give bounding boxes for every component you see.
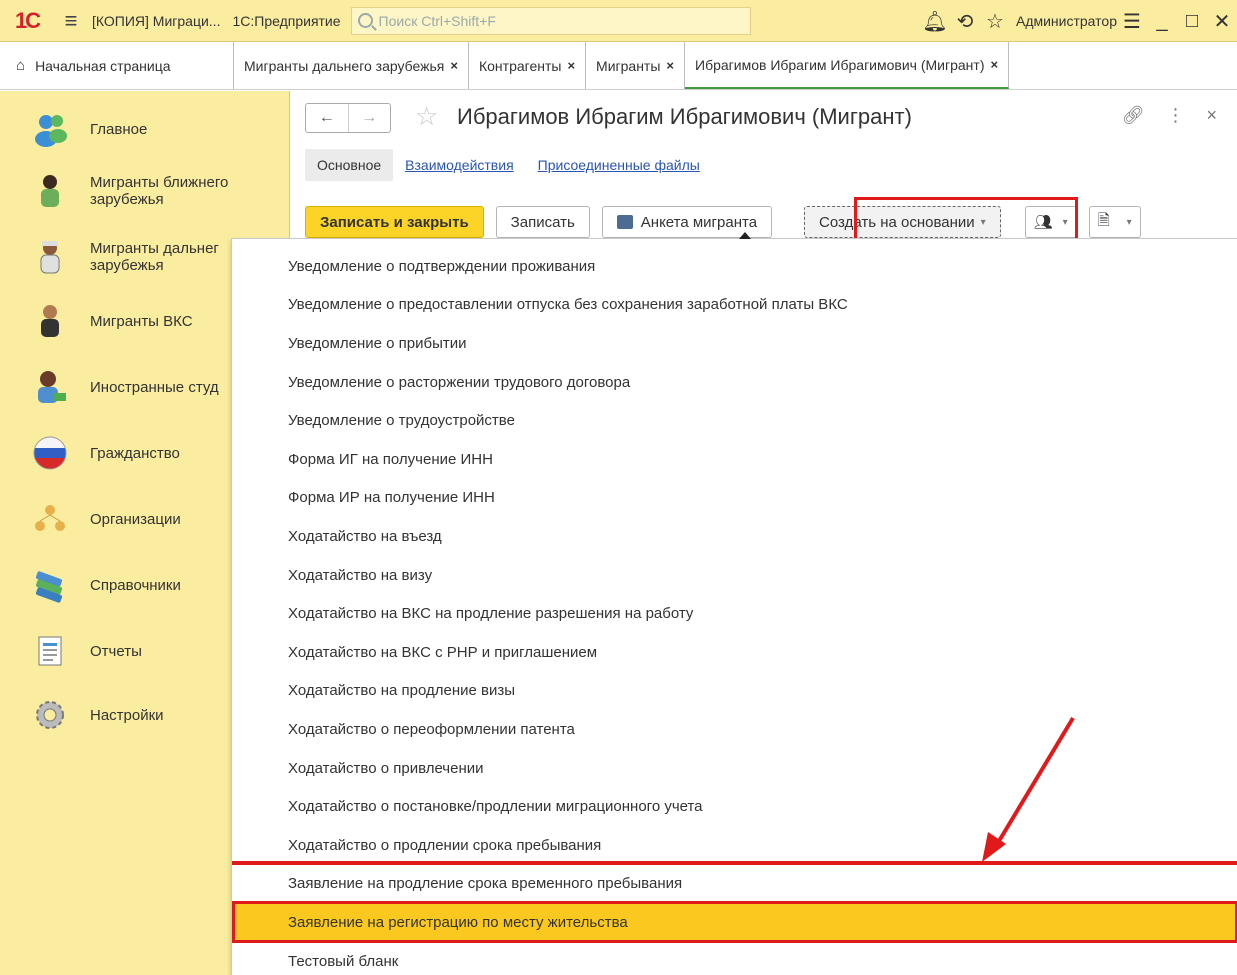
menu-item[interactable]: Уведомление о расторжении трудового дого…: [232, 363, 1237, 402]
migrant-hqs-icon: [30, 301, 70, 341]
history-nav: ← →: [305, 103, 391, 133]
more-icon[interactable]: ⋮: [1166, 105, 1184, 126]
document-title: [КОПИЯ] Миграци...: [92, 12, 221, 29]
sidebar-item-label: Иностранные студ: [90, 378, 219, 396]
menu-item[interactable]: Уведомление о предоставлении отпуска без…: [232, 286, 1237, 325]
form-header-icons: 🔗︎ ⋮ ×: [1122, 105, 1217, 126]
sidebar-item-label: Мигранты ВКС: [90, 312, 193, 330]
sidebar-item-migrants-near[interactable]: Мигранты ближнего зарубежья: [0, 163, 290, 219]
1c-logo[interactable]: 1С: [0, 0, 54, 42]
close-icon[interactable]: ✕: [1207, 9, 1237, 34]
report-menu-button[interactable]: 🗎 ▾: [1088, 206, 1141, 238]
menu-pointer: [739, 232, 751, 239]
tab-close-icon[interactable]: ×: [450, 58, 458, 73]
sidebar-item-label: Справочники: [90, 576, 181, 594]
tab-label: Мигранты: [596, 57, 661, 74]
link-icon[interactable]: 🔗︎: [1122, 105, 1145, 126]
bell-icon[interactable]: 🔔︎: [920, 9, 950, 34]
menu-item[interactable]: Ходатайство на визу: [232, 556, 1237, 595]
close-form-icon[interactable]: ×: [1206, 105, 1217, 126]
history-icon[interactable]: ⟲: [950, 9, 980, 34]
home-icon: ⌂: [16, 57, 26, 74]
tab-label: Ибрагимов Ибрагим Ибрагимович (Мигрант): [695, 56, 985, 73]
questionnaire-label: Анкета мигранта: [640, 213, 758, 231]
migrant-far-icon: [30, 237, 70, 277]
organization-icon: [30, 499, 70, 539]
menu-item[interactable]: Ходатайство о переоформлении патента: [232, 710, 1237, 749]
annotation-highlight: [232, 901, 1237, 943]
annotation-underline: [232, 861, 1237, 865]
tab-label: Контрагенты: [478, 57, 562, 74]
sidebar-item-label: Настройки: [90, 706, 164, 724]
tab-label: Мигранты дальнего зарубежья: [244, 57, 445, 74]
report-icon: [30, 631, 70, 671]
menu-item[interactable]: Ходатайство о постановке/продлении мигра…: [232, 787, 1237, 826]
minimize-icon[interactable]: _: [1147, 10, 1177, 33]
sidebar-item-label: Гражданство: [90, 444, 180, 462]
tab-counterparties[interactable]: Контрагенты ×: [469, 42, 587, 89]
flag-icon: [30, 433, 70, 473]
user-name[interactable]: Администратор: [1016, 13, 1117, 29]
hamburger-icon[interactable]: ≡: [54, 8, 88, 34]
search-placeholder: Поиск Ctrl+Shift+F: [378, 12, 496, 29]
back-button[interactable]: ←: [306, 104, 348, 132]
tab-migrants[interactable]: Мигранты ×: [586, 42, 685, 89]
menu-item[interactable]: Форма ИГ на получение ИНН: [232, 440, 1237, 479]
tab-label: Начальная страница: [35, 57, 171, 74]
sidebar-item-label: Отчеты: [90, 642, 142, 660]
menu-item[interactable]: Уведомление о подтверждении проживания: [232, 247, 1237, 286]
sidebar-item-label: Организации: [90, 510, 181, 528]
sidebar-item-main[interactable]: Главное: [0, 101, 290, 157]
open-tabs-bar: ⌂ Начальная страница Мигранты дальнего з…: [0, 42, 1237, 90]
tab-migrants-far[interactable]: Мигранты дальнего зарубежья ×: [234, 42, 469, 89]
report-clock-icon: 🗎: [1097, 211, 1110, 229]
save-button[interactable]: Записать: [495, 206, 590, 238]
menu-item[interactable]: Уведомление о трудоустройстве: [232, 401, 1237, 440]
settings-icon: [30, 695, 70, 735]
printer-icon: [616, 215, 633, 229]
tab-close-icon[interactable]: ×: [567, 58, 575, 73]
chevron-down-icon: ▾: [1126, 216, 1132, 228]
form-title: Ибрагимов Ибрагим Ибрагимович (Мигрант): [457, 104, 912, 129]
tab-attached-files[interactable]: Присоединенные файлы: [526, 149, 712, 181]
title-bar: 1С ≡ [КОПИЯ] Миграци... 1С:Предприятие П…: [0, 0, 1237, 42]
menu-item[interactable]: Ходатайство на продление визы: [232, 672, 1237, 711]
tab-home[interactable]: ⌂ Начальная страница: [0, 42, 234, 89]
menu-item[interactable]: Ходатайство на ВКС с РНР и приглашением: [232, 633, 1237, 672]
search-input[interactable]: Поиск Ctrl+Shift+F: [350, 6, 751, 35]
search-icon: [357, 13, 373, 28]
menu-icon[interactable]: ☰: [1117, 9, 1147, 34]
forward-button[interactable]: →: [347, 104, 391, 132]
student-icon: [30, 367, 70, 407]
tab-close-icon[interactable]: ×: [990, 57, 998, 72]
menu-item[interactable]: Ходатайство о продлении срока пребывания: [232, 826, 1237, 865]
menu-item[interactable]: Ходатайство о привлечении: [232, 749, 1237, 788]
favorite-star-icon[interactable]: ☆: [415, 101, 438, 132]
books-icon: [30, 565, 70, 605]
menu-item[interactable]: Форма ИР на получение ИНН: [232, 479, 1237, 518]
menu-item[interactable]: Тестовый бланк: [232, 942, 1237, 975]
tab-interactions[interactable]: Взаимодействия: [393, 149, 526, 181]
app-name: 1С:Предприятие: [232, 12, 341, 29]
sidebar-item-label: Мигранты ближнего зарубежья: [90, 174, 229, 208]
sidebar-item-label: Мигранты дальнег зарубежья: [90, 240, 219, 274]
form-tabs: Основное Взаимодействия Присоединенные ф…: [305, 149, 712, 181]
menu-item[interactable]: Заявление на продление срока временного …: [232, 865, 1237, 904]
favorites-icon[interactable]: ☆: [980, 9, 1010, 34]
people-icon: [30, 109, 70, 149]
tab-main[interactable]: Основное: [305, 149, 394, 181]
save-close-button[interactable]: Записать и закрыть: [305, 206, 484, 238]
tab-migrant-card[interactable]: Ибрагимов Ибрагим Ибрагимович (Мигрант) …: [685, 42, 1010, 89]
migrant-near-icon: [30, 171, 70, 211]
annotation-highlight: [854, 197, 1078, 243]
tab-close-icon[interactable]: ×: [666, 58, 674, 73]
menu-item[interactable]: Уведомление о прибытии: [232, 324, 1237, 363]
maximize-icon[interactable]: □: [1177, 10, 1207, 33]
create-based-on-menu: Уведомление о подтверждении проживания Ув…: [231, 232, 1237, 975]
menu-item[interactable]: Ходатайство на ВКС на продление разрешен…: [232, 594, 1237, 633]
sidebar-item-label: Главное: [90, 120, 148, 138]
menu-item[interactable]: Ходатайство на въезд: [232, 517, 1237, 556]
